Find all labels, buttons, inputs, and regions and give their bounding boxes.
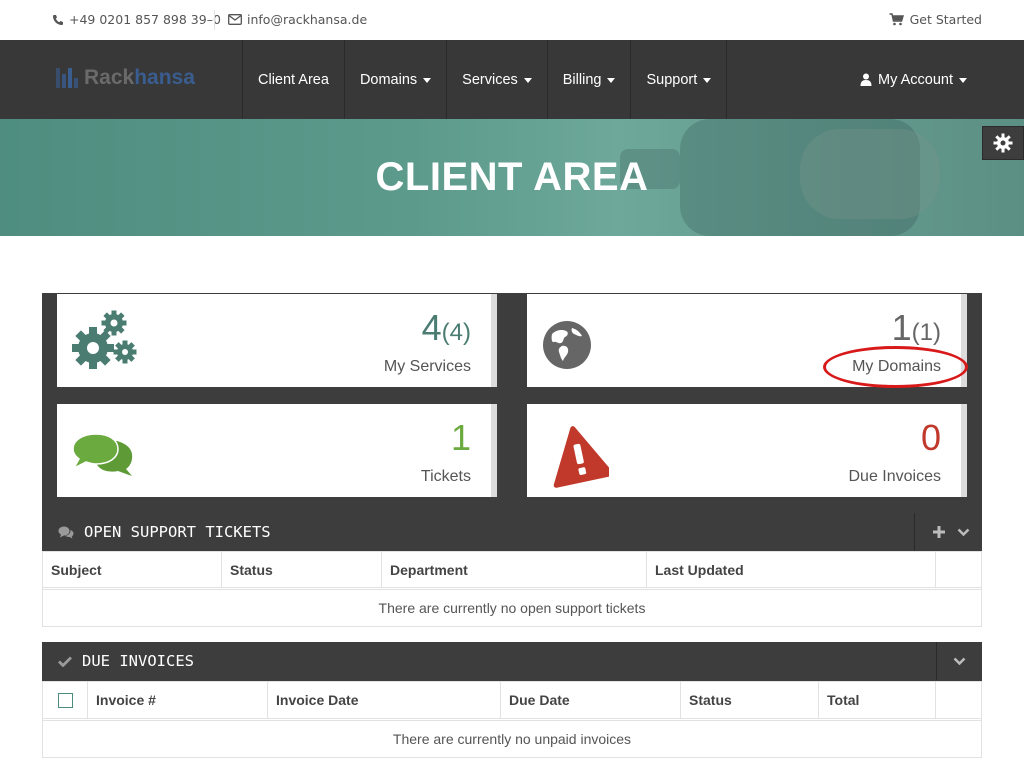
nav-support[interactable]: Support — [630, 40, 728, 119]
nav-services[interactable]: Services — [446, 40, 547, 119]
user-icon — [860, 73, 872, 86]
gear-icon — [993, 133, 1013, 153]
add-ticket-button[interactable] — [927, 526, 951, 538]
nav-label: Billing — [562, 71, 602, 88]
phone-number: +49 0201 857 898 39–0 — [69, 12, 221, 27]
logo-text-rack: Rack — [84, 66, 135, 89]
nav-label: Support — [646, 71, 698, 88]
highlight-ellipse — [823, 346, 968, 388]
table-header-row: Invoice # Invoice Date Due Date Status T… — [43, 682, 981, 721]
column-header-actions — [936, 552, 981, 587]
select-all-checkbox[interactable] — [57, 692, 73, 708]
caret-down-icon — [959, 78, 967, 83]
phone-icon — [53, 14, 63, 25]
column-header-subject[interactable]: Subject — [43, 552, 222, 587]
top-bar: +49 0201 857 898 39–0 info@rackhansa.de … — [0, 0, 1024, 40]
empty-invoices-message: There are currently no unpaid invoices — [392, 731, 632, 747]
nav-label: Services — [462, 71, 518, 88]
tile-due-invoices[interactable]: 0 Due Invoices — [527, 404, 967, 497]
column-header-department[interactable]: Department — [382, 552, 647, 587]
caret-down-icon — [523, 78, 532, 83]
column-header-last-updated[interactable]: Last Updated — [647, 552, 936, 587]
table-header-row: Subject Status Department Last Updated — [43, 552, 981, 590]
get-started-link[interactable]: Get Started — [889, 12, 982, 27]
tile-my-services[interactable]: 4(4) My Services — [57, 294, 497, 387]
tile-tickets[interactable]: 1 Tickets — [57, 404, 497, 497]
column-header-due-date[interactable]: Due Date — [501, 682, 681, 718]
due-invoices-title: DUE INVOICES — [82, 652, 194, 670]
globe-icon — [542, 320, 592, 374]
logo-bars-icon — [56, 68, 78, 88]
domains-count: 1(1) — [891, 307, 941, 348]
logo-text-hansa: hansa — [134, 66, 195, 89]
warning-icon — [549, 424, 614, 492]
nav-billing[interactable]: Billing — [546, 40, 631, 119]
due-invoices-panel: DUE INVOICES — [42, 642, 982, 681]
tickets-label: Tickets — [420, 468, 471, 485]
collapse-invoices-button[interactable] — [947, 657, 971, 666]
email-contact[interactable]: info@rackhansa.de — [228, 12, 367, 27]
caret-down-icon — [423, 78, 432, 83]
my-account-label: My Account — [878, 71, 953, 88]
column-header-invoice-number[interactable]: Invoice # — [88, 682, 268, 718]
chevron-down-icon — [957, 528, 969, 536]
open-tickets-header: OPEN SUPPORT TICKETS — [42, 513, 982, 551]
tickets-tools — [914, 513, 982, 551]
nav-label: Domains — [359, 71, 418, 88]
invoices-count: 0 — [920, 417, 941, 458]
open-tickets-title: OPEN SUPPORT TICKETS — [84, 523, 271, 541]
due-invoices-table: Invoice # Invoice Date Due Date Status T… — [42, 681, 982, 758]
nav-domains[interactable]: Domains — [343, 40, 446, 119]
phone-contact[interactable]: +49 0201 857 898 39–0 — [52, 12, 221, 27]
cart-icon — [889, 13, 904, 26]
column-header-status[interactable]: Status — [222, 552, 382, 587]
open-tickets-table: Subject Status Department Last Updated T… — [42, 551, 982, 627]
checkmark-icon — [58, 656, 72, 667]
rackhansa-logo[interactable]: Rackhansa — [56, 66, 195, 90]
nav-label: Client Area — [258, 71, 329, 88]
plus-icon — [933, 526, 945, 538]
nav-client-area[interactable]: Client Area — [242, 40, 344, 119]
services-label: My Services — [383, 358, 471, 375]
comments-icon — [58, 526, 74, 538]
page-title: CLIENT AREA — [375, 155, 649, 199]
caret-down-icon — [703, 78, 712, 83]
column-header-actions — [936, 682, 981, 718]
page-header-banner: CLIENT AREA — [0, 119, 1024, 236]
get-started-label: Get Started — [909, 12, 982, 27]
dashboard-panel: 4(4) My Services 1(1) My Domains 1 Ticke… — [42, 293, 982, 551]
nav-menu: Client Area Domains Services Billing Sup… — [242, 40, 728, 119]
column-header-select — [43, 682, 88, 718]
invoices-tools — [936, 642, 982, 680]
main-navigation: Rackhansa Client Area Domains Services B… — [0, 40, 1024, 119]
empty-tickets-message: There are currently no open support tick… — [378, 600, 646, 616]
column-header-invoice-date[interactable]: Invoice Date — [268, 682, 501, 718]
divider — [214, 10, 215, 30]
gears-icon — [71, 310, 139, 374]
settings-button[interactable] — [982, 126, 1024, 160]
my-account-menu[interactable]: My Account — [860, 40, 967, 119]
column-header-total[interactable]: Total — [819, 682, 936, 718]
due-invoices-header: DUE INVOICES — [42, 642, 982, 680]
email-address: info@rackhansa.de — [247, 12, 368, 27]
invoices-label: Due Invoices — [848, 468, 942, 485]
tickets-count: 1 — [450, 417, 471, 458]
caret-down-icon — [607, 78, 616, 83]
collapse-tickets-button[interactable] — [951, 528, 975, 537]
column-header-status[interactable]: Status — [681, 682, 819, 718]
chevron-down-icon — [953, 657, 965, 665]
chat-bubbles-icon — [72, 432, 134, 482]
envelope-icon — [228, 14, 242, 25]
services-count: 4(4) — [421, 307, 471, 348]
